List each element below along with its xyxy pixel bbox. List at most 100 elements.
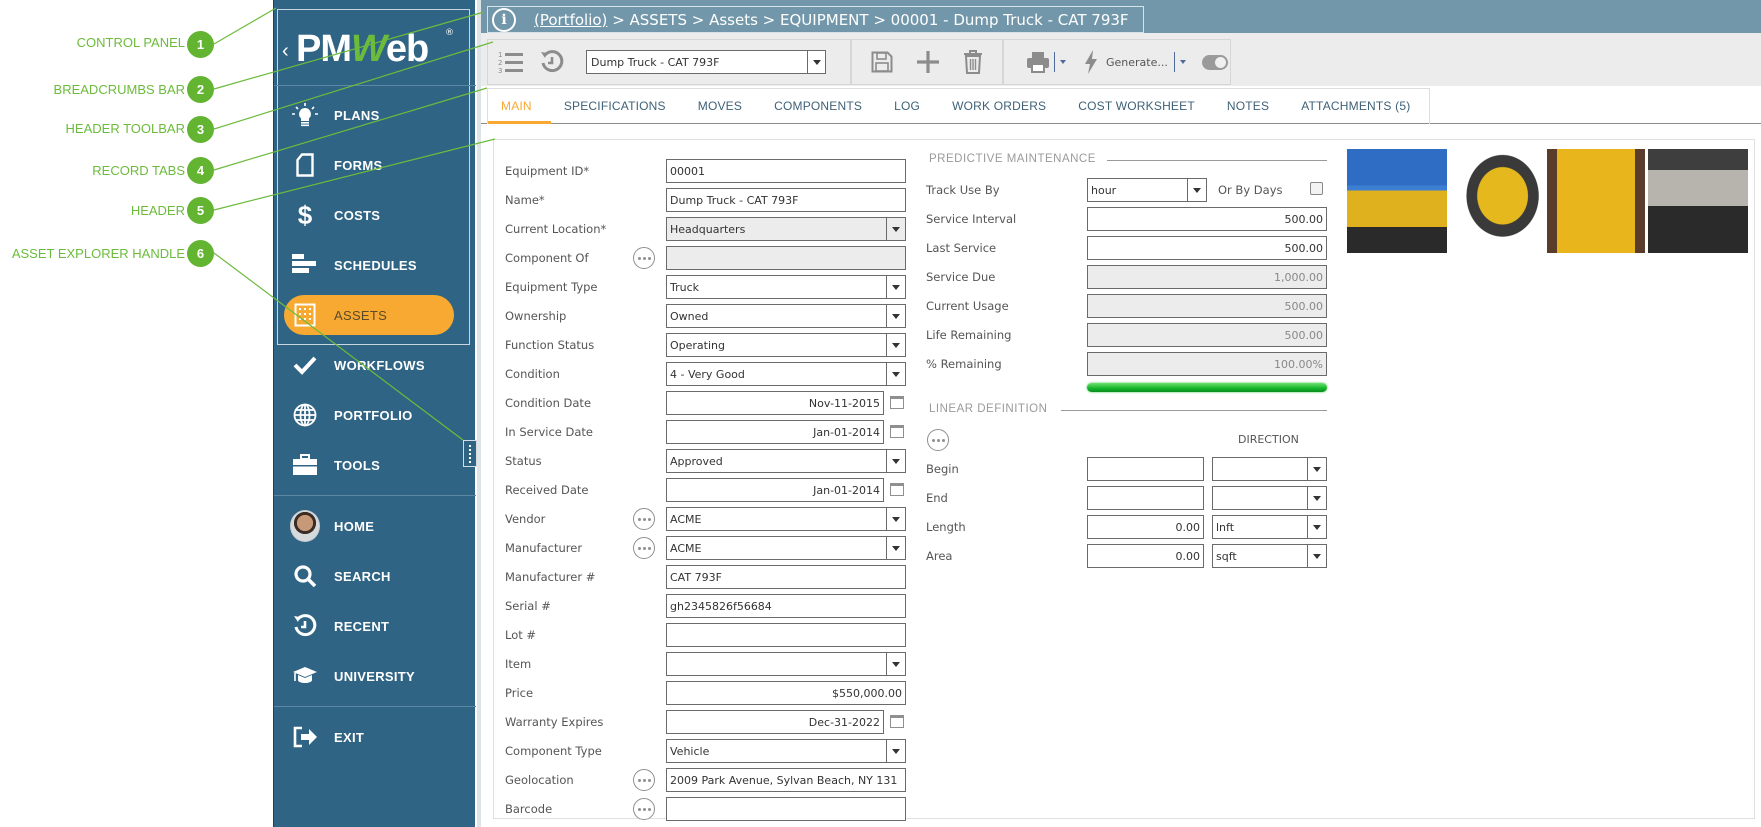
print-dropdown-caret-icon[interactable] [1060, 60, 1066, 64]
tab-work-orders[interactable]: WORK ORDERS [939, 89, 1065, 123]
sidebar-item-home[interactable]: HOME [274, 506, 476, 546]
history-icon[interactable] [540, 50, 564, 74]
calendar-icon[interactable] [890, 425, 904, 438]
tab-components[interactable]: COMPONENTS [761, 89, 881, 123]
function-status-field[interactable]: Operating [666, 333, 906, 357]
print-icon[interactable] [1026, 51, 1050, 73]
equipment-id-field[interactable]: 00001 [666, 159, 906, 183]
calendar-icon[interactable] [890, 396, 904, 409]
track-use-by-select[interactable]: hour [1087, 178, 1207, 202]
sidebar-item-search[interactable]: SEARCH [274, 556, 476, 596]
status-field[interactable]: Approved [666, 449, 906, 473]
lookup-ellipsis-button[interactable] [633, 537, 655, 559]
lot-field[interactable] [666, 623, 906, 647]
sidebar-item-assets[interactable]: ASSETS [274, 295, 476, 335]
price-field[interactable]: $550,000.00 [666, 681, 906, 705]
attachment-thumbnail-truck-photo-cab[interactable] [1648, 149, 1748, 253]
lookup-ellipsis-button[interactable] [633, 508, 655, 530]
sidebar-item-recent[interactable]: RECENT [274, 606, 476, 646]
tab-cost-worksheet[interactable]: COST WORKSHEET [1065, 89, 1214, 123]
sidebar-item-schedules[interactable]: SCHEDULES [274, 245, 476, 285]
chevron-down-icon[interactable] [886, 276, 905, 298]
chevron-down-icon[interactable] [886, 363, 905, 385]
chevron-down-icon[interactable] [886, 740, 905, 762]
area-field[interactable]: 0.00 [1087, 544, 1204, 568]
in-service-date-field[interactable]: Jan-01-2014 [666, 420, 884, 444]
collapse-chevron-icon[interactable]: ‹ [282, 40, 289, 63]
pmweb-logo[interactable]: ‹ PMWeb ® [282, 28, 462, 76]
lookup-ellipsis-button[interactable] [927, 429, 949, 451]
record-select[interactable]: Dump Truck - CAT 793F [586, 50, 826, 74]
sidebar-item-tools[interactable]: TOOLS [274, 445, 476, 485]
lookup-ellipsis-button[interactable] [633, 247, 655, 269]
item-field[interactable] [666, 652, 906, 676]
tab-attachments[interactable]: ATTACHMENTS (5) [1288, 89, 1429, 123]
calendar-icon[interactable] [890, 483, 904, 496]
manufacturer-field[interactable]: CAT 793F [666, 565, 906, 589]
begin-field[interactable] [1087, 457, 1204, 481]
warranty-expires-field[interactable]: Dec-31-2022 [666, 710, 884, 734]
chevron-down-icon[interactable] [886, 218, 905, 240]
asset-explorer-handle[interactable] [463, 440, 477, 467]
chevron-down-icon[interactable] [807, 51, 825, 73]
chevron-down-icon[interactable] [1307, 516, 1326, 538]
attachment-thumbnail-truck-photo-rear[interactable] [1547, 149, 1645, 253]
serial-field[interactable]: gh2345826f56684 [666, 594, 906, 618]
condition-date-field[interactable]: Nov-11-2015 [666, 391, 884, 415]
add-icon[interactable] [916, 50, 940, 74]
lookup-ellipsis-button[interactable] [633, 798, 655, 820]
sidebar-item-portfolio[interactable]: PORTFOLIO [274, 395, 476, 435]
current-location-field[interactable]: Headquarters [666, 217, 906, 241]
end-field[interactable] [1087, 486, 1204, 510]
save-icon[interactable] [871, 51, 893, 73]
info-icon[interactable]: i [492, 7, 516, 32]
sidebar-item-forms[interactable]: FORMS [274, 145, 476, 185]
service-interval-field[interactable]: 500.00 [1087, 207, 1327, 231]
barcode-field[interactable] [666, 797, 906, 821]
tab-main[interactable]: MAIN [488, 89, 551, 124]
length-direction-unit-select[interactable]: lnft [1212, 515, 1327, 539]
chevron-down-icon[interactable] [886, 537, 905, 559]
sidebar-item-workflows[interactable]: WORKFLOWS [274, 345, 476, 385]
tab-notes[interactable]: NOTES [1214, 89, 1288, 123]
chevron-down-icon[interactable] [886, 508, 905, 530]
tab-moves[interactable]: MOVES [685, 89, 761, 123]
generate-button[interactable]: Generate... [1106, 56, 1168, 69]
geolocation-field[interactable]: 2009 Park Avenue, Sylvan Beach, NY 131 [666, 768, 906, 792]
component-type-field[interactable]: Vehicle [666, 739, 906, 763]
chevron-down-icon[interactable] [886, 334, 905, 356]
component-of-field[interactable] [666, 246, 906, 270]
delete-icon[interactable] [963, 50, 983, 74]
tab-specifications[interactable]: SPECIFICATIONS [551, 89, 685, 123]
toggle-switch[interactable] [1201, 54, 1228, 70]
end-direction-unit-select[interactable] [1212, 486, 1327, 510]
lookup-ellipsis-button[interactable] [633, 769, 655, 791]
tab-log[interactable]: LOG [881, 89, 939, 123]
ownership-field[interactable]: Owned [666, 304, 906, 328]
generate-lightning-icon[interactable] [1084, 50, 1098, 74]
manufacturer-field[interactable]: ACME [666, 536, 906, 560]
attachment-thumbnail-truck-photo-model[interactable] [1452, 149, 1544, 253]
calendar-icon[interactable] [890, 715, 904, 728]
equipment-type-field[interactable]: Truck [666, 275, 906, 299]
condition-field[interactable]: 4 - Very Good [666, 362, 906, 386]
sidebar-item-university[interactable]: UNIVERSITY [274, 656, 476, 696]
chevron-down-icon[interactable] [1307, 487, 1326, 509]
chevron-down-icon[interactable] [886, 653, 905, 675]
chevron-down-icon[interactable] [1187, 179, 1206, 201]
vendor-field[interactable]: ACME [666, 507, 906, 531]
sidebar-item-exit[interactable]: EXIT [274, 717, 476, 757]
received-date-field[interactable]: Jan-01-2014 [666, 478, 884, 502]
attachment-thumbnail-truck-photo-front[interactable] [1347, 149, 1447, 253]
begin-direction-unit-select[interactable] [1212, 457, 1327, 481]
name-field[interactable]: Dump Truck - CAT 793F [666, 188, 906, 212]
list-icon[interactable]: 123 [498, 50, 524, 74]
chevron-down-icon[interactable] [886, 305, 905, 327]
sidebar-item-costs[interactable]: $ COSTS [274, 195, 476, 235]
area-direction-unit-select[interactable]: sqft [1212, 544, 1327, 568]
or-by-days-checkbox[interactable] [1310, 182, 1323, 195]
breadcrumb-portfolio-link[interactable]: (Portfolio) [534, 11, 607, 29]
chevron-down-icon[interactable] [1307, 545, 1326, 567]
chevron-down-icon[interactable] [886, 450, 905, 472]
chevron-down-icon[interactable] [1307, 458, 1326, 480]
